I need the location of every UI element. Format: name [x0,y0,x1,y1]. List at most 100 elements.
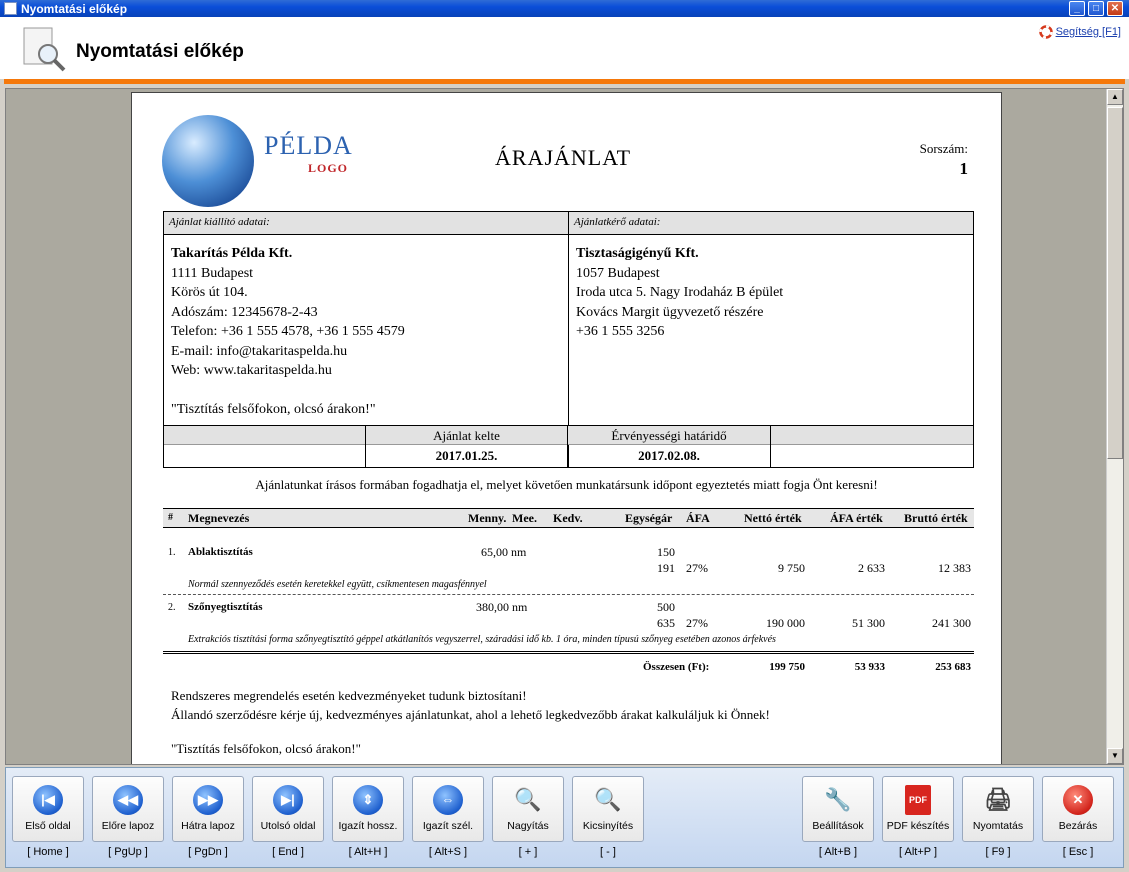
document-page: PÉLDA LOGO ÁRAJÁNLAT Sorszám: 1 Ajánlat … [131,92,1002,764]
item-num: 1. [168,547,176,558]
shortcut-label: [ PgDn ] [188,846,228,858]
item-price1: 150 [657,545,675,559]
company-logo: PÉLDA LOGO [162,115,362,210]
requester-line: Iroda utca 5. Nagy Irodaház B épület [576,285,784,300]
shortcut-label: [ F9 ] [985,846,1011,858]
shortcut-label: [ End ] [272,846,304,858]
scroll-thumb[interactable] [1107,107,1123,459]
next-page-button[interactable]: ▶▶ Hátra lapoz [172,776,244,842]
scroll-up-button[interactable]: ▲ [1107,89,1123,105]
issuer-line: "Tisztítás felsőfokon, olcsó árakon!" [171,402,376,417]
valid-value: 2017.02.08. [638,448,700,463]
cell-head [164,426,365,445]
settings-button[interactable]: 🔧 Beállítások [802,776,874,842]
fit-height-button[interactable]: ⇕ Igazít hossz. [332,776,404,842]
item-gross: 241 300 [932,616,971,630]
item-num: 2. [168,602,176,613]
prev-page-button[interactable]: ◀◀ Előre lapoz [92,776,164,842]
serial-block: Sorszám: 1 [920,141,968,179]
col-gross: Bruttó érték [904,511,968,525]
shortcut-label: [ Alt+B ] [818,846,858,858]
date-cell: Ajánlat kelte 2017.01.25. [366,426,568,467]
print-preview-icon [23,27,66,72]
button-label: Igazít szél. [422,820,474,832]
item-qty: 380,00 nm [476,600,528,614]
issuer-heading: Ajánlat kiállító adatai: [164,212,568,235]
button-label: Előre lapoz [101,820,155,832]
last-page-icon: ▶| [273,785,303,815]
zoom-in-icon: 🔍 [514,787,542,812]
fit-height-icon: ⇕ [353,785,383,815]
issuer-line [171,381,561,401]
col-qty: Menny. [468,511,507,525]
col-unit: Mee. [512,511,537,525]
col-net: Nettó érték [744,511,802,525]
button-label: Beállítások [812,820,864,832]
total-net: 199 750 [769,661,805,673]
item-gross: 12 383 [938,561,971,575]
total-gross: 253 683 [935,661,971,673]
minimize-button[interactable]: _ [1069,1,1085,16]
header: Nyomtatási előkép Segítség [F1] [0,17,1129,79]
pdf-icon: PDF [905,785,931,815]
item-price2: 191 [657,561,675,575]
preview-area[interactable]: PÉLDA LOGO ÁRAJÁNLAT Sorszám: 1 Ajánlat … [5,88,1124,765]
vertical-scrollbar[interactable]: ▲ ▼ [1106,89,1123,764]
fit-width-button[interactable]: ⇔ Igazít szél. [412,776,484,842]
scroll-down-button[interactable]: ▼ [1107,748,1123,764]
dates-row: Ajánlat kelte 2017.01.25. Érvényességi h… [164,425,973,467]
date-value: 2017.01.25. [435,448,498,463]
button-label: Bezárás [1058,820,1098,832]
requester-name: Tisztaságigényű Kft. [576,246,699,261]
item-qty: 65,00 nm [481,545,527,559]
shortcut-label: [ + ] [518,846,538,858]
shortcut-label: [ Alt+H ] [348,846,388,858]
logo-word: PÉLDA [264,131,353,160]
page-title: Nyomtatási előkép [76,41,244,62]
button-label: Hátra lapoz [181,820,235,832]
issuer-line: Körös út 104. [171,285,248,300]
col-price: Egységár [625,511,673,525]
first-page-button[interactable]: |◀ Első oldal [12,776,84,842]
issuer-name: Takarítás Példa Kft. [171,246,293,261]
close-window-button[interactable]: ✕ [1107,1,1123,16]
first-page-icon: |◀ [33,785,63,815]
close-button[interactable]: ✕ Bezárás [1042,776,1114,842]
item-price1: 500 [657,600,675,614]
dates-cell [164,426,366,467]
dates-cell [771,426,973,467]
button-label: PDF készítés [886,820,950,832]
globe-icon [162,115,254,207]
shortcut-label: [ PgUp ] [108,846,148,858]
logo-sub: LOGO [308,161,349,175]
help-icon [1038,25,1053,39]
requester-line: 1057 Budapest [576,265,660,281]
col-name: Megnevezés [188,511,250,525]
button-label: Utolsó oldal [260,820,316,832]
help-link[interactable]: Segítség [F1] [1038,25,1121,39]
item-name: Ablaktisztítás [188,546,253,558]
rewind-icon: ◀◀ [113,785,143,815]
issuer-line: Web: www.takaritaspelda.hu [171,363,332,378]
footer-slogan: "Tisztítás felsőfokon, olcsó árakon!" [171,741,361,756]
zoom-in-button[interactable]: 🔍 Nagyítás [492,776,564,842]
zoom-out-button[interactable]: 🔍 Kicsinyítés [572,776,644,842]
issuer-line: Telefon: +36 1 555 4578, +36 1 555 4579 [171,324,405,339]
total-divider [163,651,974,654]
print-button[interactable]: 🖨 Nyomtatás [962,776,1034,842]
pdf-button[interactable]: PDF PDF készítés [882,776,954,842]
shortcut-label: [ Home ] [27,846,69,858]
window-titlebar: Nyomtatási előkép _ □ ✕ [0,0,1129,17]
button-label: Igazít hossz. [338,820,398,832]
shortcut-label: [ Alt+P ] [898,846,938,858]
button-label: Kicsinyítés [582,820,634,832]
last-page-button[interactable]: ▶| Utolsó oldal [252,776,324,842]
button-label: Első oldal [25,820,71,832]
valid-label: Érvényességi határidő [568,426,770,445]
maximize-button[interactable]: □ [1088,1,1104,16]
party-info-box: Ajánlat kiállító adatai: Ajánlatkérő ada… [163,211,974,468]
item-vat: 27% [686,616,708,630]
issuer-line: Adószám: 12345678-2-43 [171,304,318,320]
shortcut-label: [ - ] [600,846,616,858]
requester-line: +36 1 555 3256 [576,324,665,339]
